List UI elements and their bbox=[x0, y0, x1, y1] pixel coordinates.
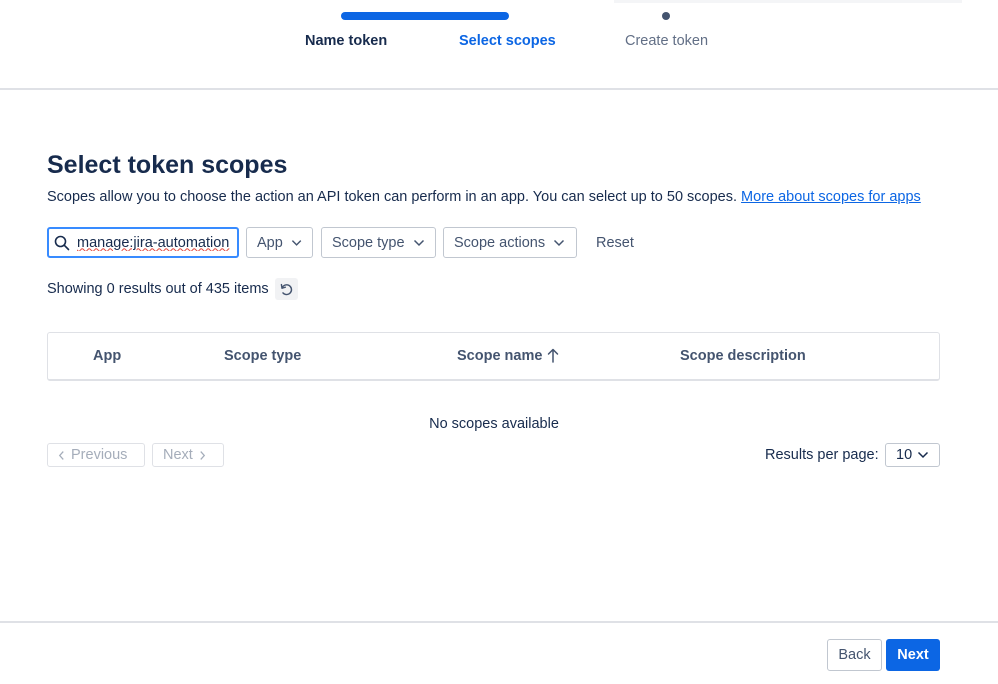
next-page-label: Next bbox=[163, 447, 193, 463]
step-upcoming-dot bbox=[662, 12, 670, 20]
step-progress-bar bbox=[341, 12, 509, 20]
page-description: Scopes allow you to choose the action an… bbox=[47, 189, 921, 205]
chevron-down-icon bbox=[917, 451, 929, 459]
app-filter-label: App bbox=[257, 234, 283, 251]
step-select-scopes: Select scopes bbox=[459, 33, 556, 49]
chevron-right-icon bbox=[200, 450, 205, 460]
empty-state-message: No scopes available bbox=[429, 416, 559, 432]
step-create-token: Create token bbox=[625, 33, 709, 49]
back-button[interactable]: Back bbox=[827, 639, 882, 671]
page-title: Select token scopes bbox=[47, 151, 288, 179]
description-text: Scopes allow you to choose the action an… bbox=[47, 189, 738, 205]
refresh-icon bbox=[280, 283, 293, 295]
chevron-down-icon bbox=[413, 239, 424, 246]
footer-bar: Back Next bbox=[0, 621, 998, 684]
stepper-track bbox=[614, 0, 962, 3]
results-per-page-label: Results per page: bbox=[765, 447, 879, 463]
chevron-left-icon bbox=[58, 450, 64, 460]
previous-label: Previous bbox=[71, 447, 128, 463]
results-per-page-value: 10 bbox=[896, 447, 913, 463]
results-summary: Showing 0 results out of 435 items bbox=[47, 281, 269, 297]
scope-type-filter-button[interactable]: Scope type bbox=[321, 227, 436, 258]
search-input[interactable] bbox=[77, 231, 237, 254]
column-header-scope-type[interactable]: Scope type bbox=[224, 348, 301, 364]
chevron-down-icon bbox=[554, 239, 565, 246]
chevron-down-icon bbox=[291, 239, 302, 246]
column-header-scope-description[interactable]: Scope description bbox=[680, 348, 806, 364]
reset-button[interactable]: Reset bbox=[589, 227, 641, 258]
scope-actions-filter-button[interactable]: Scope actions bbox=[443, 227, 577, 258]
step-name-token: Name token bbox=[305, 33, 388, 49]
column-header-scope-name[interactable]: Scope name bbox=[457, 348, 542, 364]
search-icon bbox=[54, 235, 70, 251]
results-per-page-select[interactable]: 10 bbox=[885, 443, 940, 467]
refresh-button[interactable] bbox=[275, 278, 298, 300]
previous-page-button[interactable]: Previous bbox=[47, 443, 145, 467]
column-header-app[interactable]: App bbox=[93, 348, 121, 364]
next-page-button[interactable]: Next bbox=[152, 443, 224, 467]
search-field[interactable] bbox=[47, 227, 239, 258]
next-button[interactable]: Next bbox=[886, 639, 940, 671]
scopes-table: App Scope type Scope name Scope descript… bbox=[47, 332, 940, 381]
scope-type-filter-label: Scope type bbox=[332, 234, 405, 251]
scope-actions-filter-label: Scope actions bbox=[454, 234, 546, 251]
app-filter-button[interactable]: App bbox=[246, 227, 313, 258]
progress-stepper: Name token Select scopes Create token bbox=[0, 0, 998, 90]
scopes-help-link[interactable]: More about scopes for apps bbox=[741, 189, 921, 205]
sort-ascending-icon[interactable] bbox=[547, 348, 559, 363]
